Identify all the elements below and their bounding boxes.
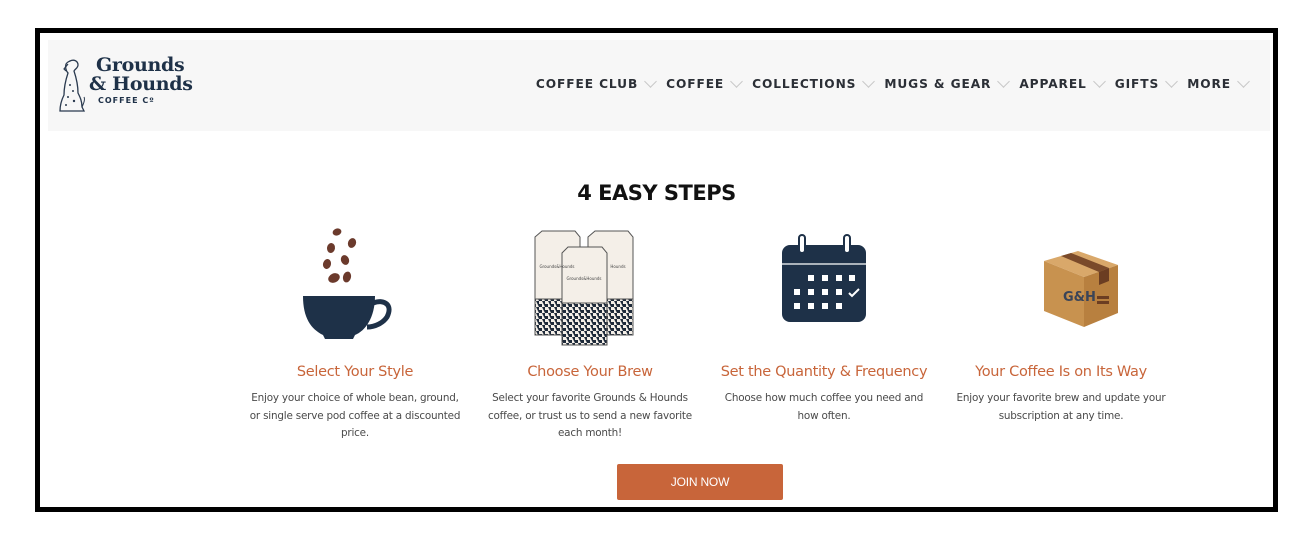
- step-description: Select your favorite Grounds & Hounds co…: [488, 392, 692, 439]
- step-heading: Choose Your Brew: [527, 364, 653, 380]
- nav-label: COLLECTIONS: [752, 77, 857, 91]
- step-heading: Select Your Style: [296, 364, 414, 380]
- nav-item-coffee[interactable]: COFFEE: [666, 75, 744, 91]
- nav-item-collections[interactable]: COLLECTIONS: [752, 75, 876, 91]
- box-label: G&H: [1063, 290, 1096, 305]
- coffee-bags-icon: Grounds&Hounds Grounds&Hounds Hounds: [534, 230, 634, 346]
- chevron-down-icon: [1237, 75, 1250, 88]
- brand-name-line2: & Hounds: [89, 73, 193, 95]
- chevron-down-icon: [730, 75, 744, 88]
- page-frame: Grounds & Hounds COFFEE Cº COFFEE CLUB C…: [35, 28, 1278, 512]
- brand-logo[interactable]: Grounds & Hounds COFFEE Cº: [56, 55, 206, 115]
- svg-text:Grounds&Hounds: Grounds&Hounds: [566, 276, 601, 281]
- section-title: 4 EASY STEPS: [577, 181, 736, 205]
- nav-item-more[interactable]: MORE: [1187, 75, 1250, 91]
- site-header: Grounds & Hounds COFFEE Cº COFFEE CLUB C…: [48, 40, 1270, 131]
- nav-item-apparel[interactable]: APPAREL: [1019, 75, 1106, 91]
- chevron-down-icon: [1165, 75, 1179, 88]
- svg-text:Hounds: Hounds: [610, 264, 625, 269]
- nav-label: GIFTS: [1114, 77, 1160, 91]
- nav-label: MORE: [1187, 77, 1231, 91]
- nav-label: MUGS & GEAR: [884, 77, 992, 91]
- nav-label: COFFEE: [666, 77, 725, 91]
- dog-logo-icon: [59, 59, 86, 112]
- nav-item-gifts[interactable]: GIFTS: [1114, 75, 1179, 91]
- step-description: Enjoy your favorite brew and update your…: [956, 392, 1166, 422]
- nav-item-coffee-club[interactable]: COFFEE CLUB: [535, 75, 658, 91]
- coffee-cup-beans-icon: [303, 228, 392, 339]
- step-heading: Your Coffee Is on Its Way: [975, 364, 1147, 380]
- step-description: Enjoy your choice of whole bean, ground,…: [249, 392, 461, 439]
- calendar-icon: [782, 234, 866, 322]
- join-now-button[interactable]: JOIN NOW: [617, 464, 783, 500]
- steps-list: Select Your Style Enjoy your choice of w…: [235, 223, 1181, 443]
- step-description: Choose how much coffee you need and how …: [724, 392, 924, 422]
- chevron-down-icon: [997, 75, 1011, 88]
- nav-label: APPAREL: [1019, 77, 1087, 91]
- brand-tagline: COFFEE Cº: [98, 96, 155, 105]
- step-heading: Set the Quantity & Frequency: [720, 364, 928, 380]
- nav-label: COFFEE CLUB: [535, 77, 639, 91]
- nav-item-mugs-gear[interactable]: MUGS & GEAR: [884, 75, 1011, 91]
- main-nav: COFFEE CLUB COFFEE COLLECTIONS MUGS & GE…: [527, 75, 1250, 91]
- chevron-down-icon: [862, 75, 876, 88]
- chevron-down-icon: [644, 75, 658, 88]
- svg-text:Grounds&Hounds: Grounds&Hounds: [539, 264, 574, 269]
- chevron-down-icon: [1092, 75, 1106, 88]
- shipping-box-icon: G&H: [1044, 251, 1118, 327]
- brand-name-line1: Grounds: [96, 54, 185, 76]
